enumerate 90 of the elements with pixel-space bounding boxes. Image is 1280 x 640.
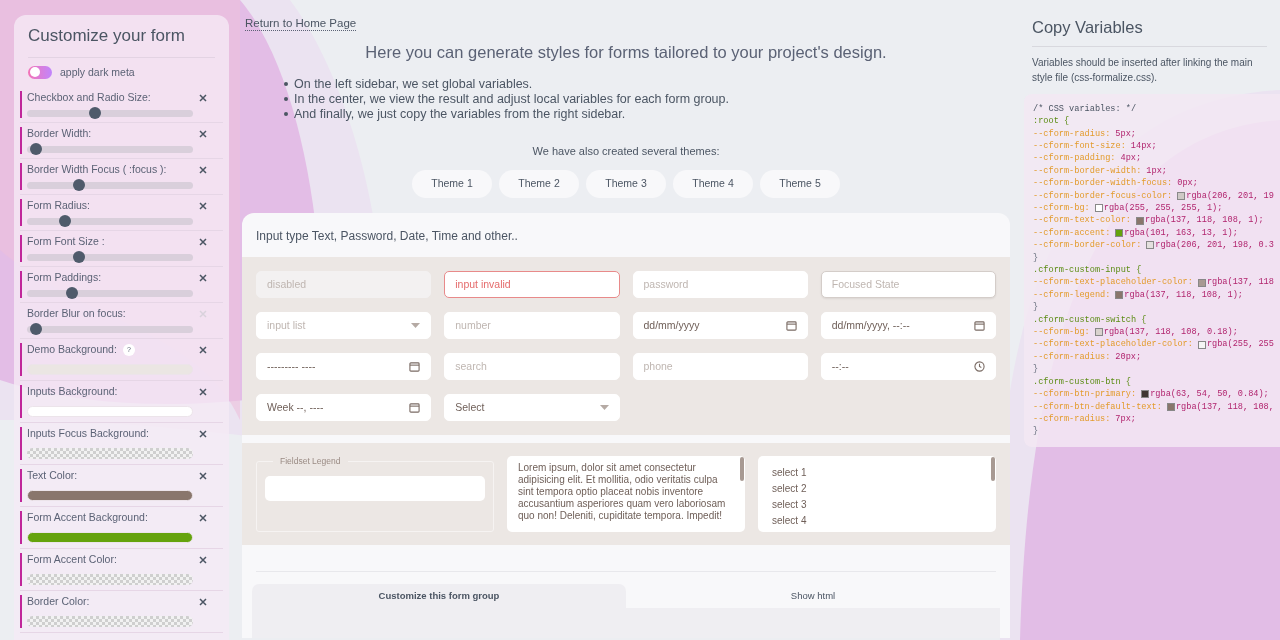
setting-label: Checkbox and Radio Size: [27,91,151,105]
code-property: --cform-bg: [1033,202,1090,215]
listbox-field[interactable]: select 1 select 2 select 3 select 4 [758,456,996,533]
code-property: --cform-radius: [1033,127,1111,140]
setting-label: Form Accent Background: [27,511,148,525]
setting-label: Border Width Focus ( :focus ): [27,163,167,177]
code-value: rgba(137, 118, 108, 0.18); [1103,326,1238,339]
code-property: --cform-border-color: [1033,239,1142,252]
code-value: rgba(63, 54, 50, 0.84); [1150,388,1269,401]
tab[interactable]: Show html [626,584,1000,609]
setting-label: Form Accent Color: [27,553,117,567]
code-brace: } [1033,251,1040,265]
code-selector: .cform-custom-btn { [1033,375,1132,389]
theme-button[interactable]: Theme 5 [760,170,840,199]
code-value: 5px; [1115,127,1136,140]
toggle-label: apply dark meta [60,64,135,80]
code-property: --cform-btn-default-text: [1033,400,1162,413]
form-group-title: Input type Text, Password, Date, Time and other.. [255,228,519,246]
theme-button[interactable]: Theme 4 [673,170,753,199]
input-field[interactable]: --:-- [820,353,996,381]
code-property: --cform-btn-primary: [1033,388,1137,401]
code-value: rgba(206, 201, 198, 0.3 [1155,239,1274,252]
theme-button[interactable]: Theme 1 [412,170,492,199]
setting-label: Border Color: [27,595,90,609]
code-property: --cform-radius: [1033,412,1111,426]
code-value: 1px; [1146,164,1167,178]
code-property: --cform-text-placeholder-color: [1033,338,1193,351]
setting-label: Form Radius: [27,199,90,213]
input-field[interactable]: --------- ---- [256,353,432,381]
code-comment: /* CSS variables: */ [1033,102,1138,116]
code-property: --cform-border-width-focus: [1033,177,1173,190]
textarea-field[interactable]: Lorem ipsum, dolor sit amet consectetur adipisicing elit. Et mollitia, odio veritatis culpa sint tempora optio placeat nobis inventore accusantium asperiores quam vero laboriosam quo non! Deleniti, cupiditate tempora. Impedit! [507,456,745,533]
code-value: rgba(137, 118, 108, [1175,400,1274,413]
sidebar-title: Customize your form [28,15,215,58]
bullet-text: On the left sidebar, we set global variables. [294,76,533,92]
code-property: --cform-padding: [1033,152,1116,165]
code-property: --cform-radius: [1033,350,1111,364]
list-option[interactable]: select 3 [772,497,982,514]
code-property: --cform-bg: [1033,326,1090,339]
code-value: 20px; [1115,350,1142,364]
setting-label: Text Color: [27,469,78,483]
code-selector: .cform-custom-switch { [1033,313,1148,327]
tab[interactable]: Customize this form group [252,584,626,609]
theme-button[interactable]: Theme 3 [586,170,666,199]
panel-title: Copy Variables [1032,15,1267,47]
setting-label: Demo Background: [27,343,117,357]
code-property: --cform-legend: [1033,288,1111,302]
code-brace: } [1033,301,1040,314]
theme-button[interactable]: Theme 2 [499,170,579,199]
code-value: 0px; [1177,177,1198,190]
code-value: 7px; [1115,412,1136,426]
code-brace: } [1033,425,1040,438]
code-value: rgba(137, 118 [1206,276,1274,289]
setting-label: Form Paddings: [27,271,102,285]
themes-intro: We have also created several themes: [531,143,721,159]
input-field[interactable]: dd/mm/yyyy [632,312,808,340]
code-property: --cform-text-placeholder-color: [1033,276,1193,289]
fieldset-legend: Fieldset Legend [273,455,348,468]
list-option[interactable]: select 2 [772,481,982,498]
page-heading: Here you can generate styles for forms tailored to your project's design. [364,42,888,63]
code-value: rgba(255, 255 [1206,338,1274,351]
list-option[interactable]: select 4 [772,513,982,530]
setting-label: Inputs Focus Background: [27,427,149,441]
input-field[interactable]: Week --, ---- [256,394,432,422]
code-property: --cform-border-focus-color: [1033,189,1173,202]
code-value: rgba(137, 118, 108, 1); [1145,214,1264,227]
input-field[interactable]: dd/mm/yyyy, --:-- [820,312,996,340]
setting-label: Border Blur on focus: [27,307,126,321]
code-property: --cform-border-width: [1033,164,1142,178]
panel-note: Variables should be inserted after linking the main style file (css-formalize.css). [1032,55,1254,85]
select-field[interactable]: Select [444,394,620,422]
code-selector: .cform-custom-input { [1033,264,1143,277]
code-value: 4px; [1120,152,1142,165]
home-link[interactable]: Return to Home Page [245,16,357,31]
code-property: --cform-font-size: [1033,139,1126,153]
list-option[interactable]: select 1 [772,465,982,482]
setting-label: Form Font Size : [27,235,105,249]
setting-label: Inputs Background: [27,385,118,399]
code-value: 14px; [1130,139,1157,153]
code-value: rgba(206, 201, 19 [1186,189,1274,202]
bullet-text: And finally, we just copy the variables from the right sidebar. [294,106,626,122]
code-value: rgba(137, 118, 108, 1); [1124,288,1243,302]
code-value: rgba(101, 163, 13, 1); [1124,226,1238,240]
code-property: --cform-text-color: [1033,214,1131,227]
bullet-text: In the center, we view the result and adjust local variables for each form group. [294,91,729,107]
code-value: rgba(255, 255, 255, 1); [1103,202,1223,215]
code-selector: :root { [1033,115,1071,128]
code-property: --cform-accent: [1033,226,1111,240]
code-brace: } [1033,363,1040,376]
setting-label: Border Width: [27,127,92,141]
